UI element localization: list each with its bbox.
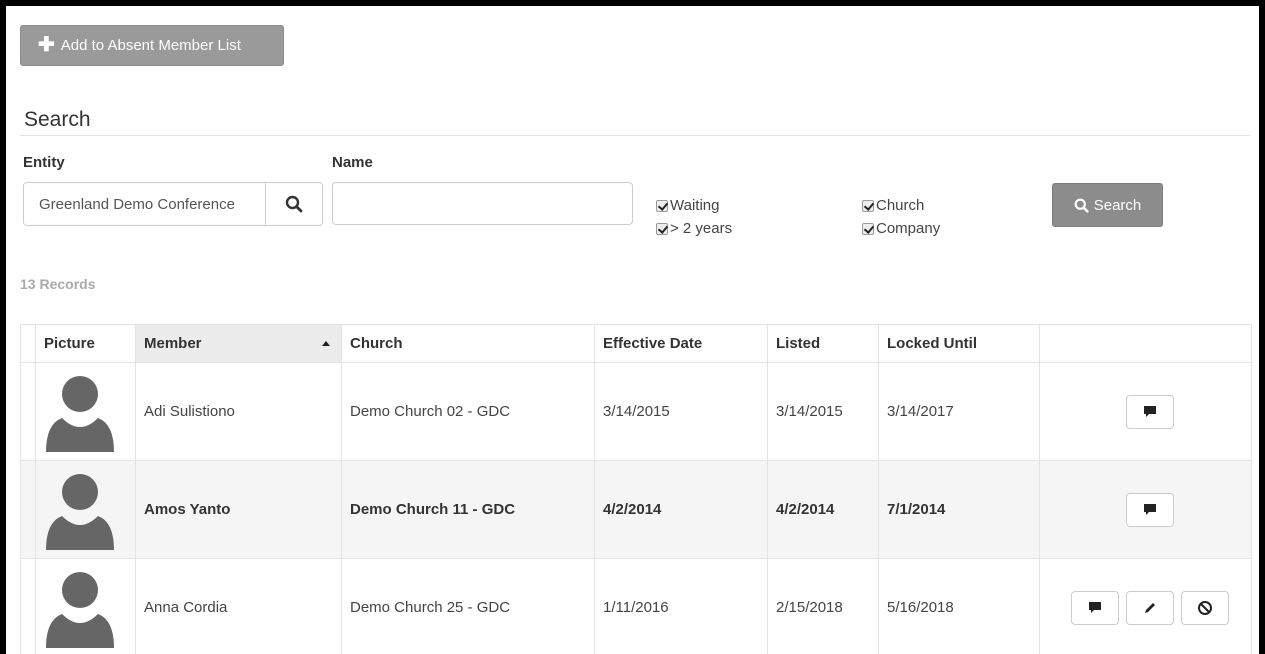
- avatar-placeholder-icon: [46, 571, 114, 648]
- row-select-cell: [20, 362, 36, 461]
- church-checkbox-box[interactable]: [862, 199, 874, 212]
- ban-icon: [1197, 600, 1212, 615]
- effective-date-cell: 4/2/2014: [594, 460, 768, 559]
- church-cell: Demo Church 25 - GDC: [341, 558, 595, 654]
- search-divider: [20, 135, 1250, 136]
- member-cell: Adi Sulistiono: [135, 362, 342, 461]
- search-icon: [285, 195, 303, 213]
- effective-date-cell: 3/14/2015: [594, 362, 768, 461]
- entity-label: Entity: [23, 154, 65, 171]
- sort-ascending-icon: [322, 341, 330, 346]
- picture-cell: [35, 558, 136, 654]
- column-header-select: [20, 324, 36, 363]
- column-header-picture[interactable]: Picture: [35, 324, 136, 363]
- listed-cell: 2/15/2018: [767, 558, 879, 654]
- company-checkbox[interactable]: Company: [862, 220, 940, 237]
- entity-input[interactable]: [24, 183, 265, 225]
- edit-button[interactable]: [1125, 590, 1174, 625]
- row-select-cell: [20, 558, 36, 654]
- over-2-years-checkbox-box[interactable]: [656, 222, 668, 235]
- comment-button[interactable]: [1125, 394, 1174, 429]
- waiting-checkbox[interactable]: Waiting: [656, 197, 719, 214]
- column-header-member-label: Member: [144, 335, 202, 352]
- listed-cell: 4/2/2014: [767, 460, 879, 559]
- table-row[interactable]: Anna Cordia Demo Church 25 - GDC 1/11/20…: [20, 558, 1252, 654]
- over-2-years-checkbox-label: > 2 years: [670, 220, 733, 237]
- search-icon: [1074, 198, 1089, 213]
- table-row[interactable]: Adi Sulistiono Demo Church 02 - GDC 3/14…: [20, 362, 1252, 461]
- comment-icon: [1143, 504, 1156, 515]
- records-count: 13 Records: [20, 276, 96, 292]
- comment-icon: [1088, 602, 1101, 613]
- actions-cell: [1039, 362, 1252, 461]
- locked-until-cell: 5/16/2018: [878, 558, 1040, 654]
- over-2-years-checkbox[interactable]: > 2 years: [656, 220, 732, 237]
- effective-date-cell: 1/11/2016: [594, 558, 768, 654]
- locked-until-cell: 3/14/2017: [878, 362, 1040, 461]
- avatar-placeholder-icon: [46, 473, 114, 550]
- add-to-absent-member-list-button[interactable]: ✚ Add to Absent Member List: [20, 25, 284, 66]
- search-section-title: Search: [24, 108, 91, 131]
- entity-picker: [23, 182, 323, 226]
- waiting-checkbox-label: Waiting: [670, 197, 720, 214]
- column-header-member[interactable]: Member: [135, 324, 342, 363]
- absent-members-table: Picture Member Church Effective Date Lis…: [20, 324, 1252, 654]
- company-checkbox-label: Company: [876, 220, 941, 237]
- column-header-church[interactable]: Church: [341, 324, 595, 363]
- avatar-placeholder-icon: [46, 375, 114, 452]
- search-button-label: Search: [1093, 196, 1142, 214]
- name-input[interactable]: [332, 182, 633, 225]
- church-checkbox[interactable]: Church: [862, 197, 924, 214]
- listed-cell: 3/14/2015: [767, 362, 879, 461]
- company-checkbox-box[interactable]: [862, 222, 874, 235]
- church-cell: Demo Church 02 - GDC: [341, 362, 595, 461]
- page-frame: ✚ Add to Absent Member List Search Entit…: [6, 6, 1259, 654]
- pencil-icon: [1144, 602, 1155, 613]
- row-select-cell: [20, 460, 36, 559]
- comment-icon: [1143, 406, 1156, 417]
- member-cell: Anna Cordia: [135, 558, 342, 654]
- member-cell: Amos Yanto: [135, 460, 342, 559]
- add-button-label: Add to Absent Member List: [60, 37, 241, 54]
- table-header-row: Picture Member Church Effective Date Lis…: [20, 324, 1252, 363]
- column-header-effective-date[interactable]: Effective Date: [594, 324, 768, 363]
- column-header-locked-until[interactable]: Locked Until: [878, 324, 1040, 363]
- actions-cell: [1039, 558, 1252, 654]
- column-header-actions: [1039, 324, 1252, 363]
- entity-search-button[interactable]: [265, 183, 322, 225]
- church-cell: Demo Church 11 - GDC: [341, 460, 595, 559]
- plus-icon: ✚: [38, 33, 55, 56]
- name-label: Name: [332, 154, 373, 171]
- comment-button[interactable]: [1125, 492, 1174, 527]
- actions-cell: [1039, 460, 1252, 559]
- church-checkbox-label: Church: [876, 197, 925, 214]
- picture-cell: [35, 362, 136, 461]
- column-header-listed[interactable]: Listed: [767, 324, 879, 363]
- deactivate-button[interactable]: [1180, 590, 1229, 625]
- picture-cell: [35, 460, 136, 559]
- waiting-checkbox-box[interactable]: [656, 199, 668, 212]
- comment-button[interactable]: [1070, 590, 1119, 625]
- search-button[interactable]: Search: [1052, 183, 1163, 227]
- table-row[interactable]: Amos Yanto Demo Church 11 - GDC 4/2/2014…: [20, 460, 1252, 559]
- locked-until-cell: 7/1/2014: [878, 460, 1040, 559]
